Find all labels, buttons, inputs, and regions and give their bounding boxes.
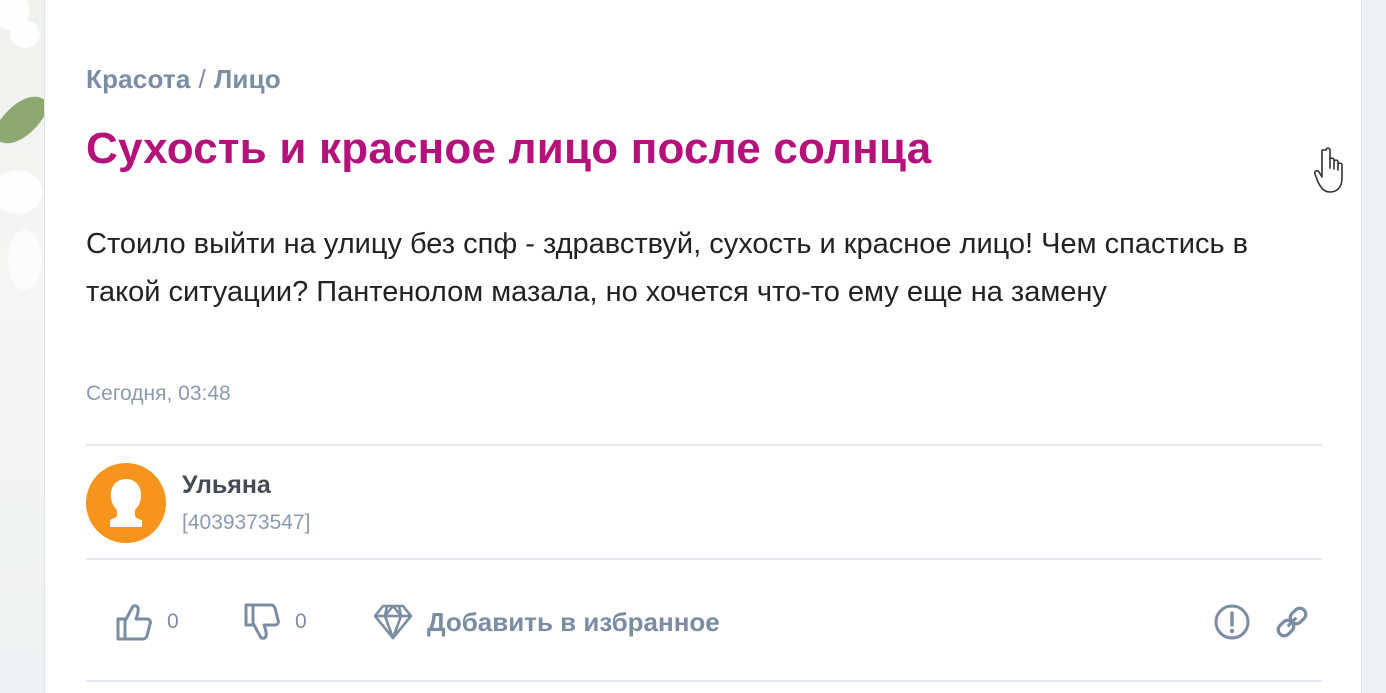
divider-top (86, 444, 1322, 446)
add-to-favorites-label: Добавить в избранное (427, 606, 720, 637)
copy-link-button[interactable] (1270, 600, 1314, 644)
avatar[interactable] (86, 463, 166, 543)
question-timestamp: Сегодня, 03:48 (86, 382, 231, 405)
user-silhouette-icon (110, 479, 142, 527)
background-flowers (0, 0, 53, 693)
author-name[interactable]: Ульяна (182, 471, 271, 500)
breadcrumb-subsection-link[interactable]: Лицо (214, 64, 281, 94)
diamond-icon (373, 604, 413, 640)
divider-bottom (86, 680, 1322, 682)
background-right (1362, 0, 1386, 693)
dislike-button[interactable]: 0 (243, 598, 307, 646)
question-title: Сухость и красное лицо после солнца (86, 124, 932, 173)
thumbs-up-icon (116, 604, 152, 641)
breadcrumb-section-link[interactable]: Красота (86, 64, 191, 94)
question-body: Стоило выйти на улицу без спф - здравств… (86, 228, 1249, 308)
breadcrumb: Красота / Лицо (86, 64, 281, 95)
like-button[interactable]: 0 (115, 598, 179, 646)
divider-middle (86, 558, 1322, 560)
link-icon (1276, 606, 1308, 638)
author-id: [4039373547] (182, 511, 311, 534)
question-card: Красота / Лицо Сухость и красное лицо посл… (44, 0, 1362, 693)
dislikes-count: 0 (295, 610, 307, 633)
likes-count: 0 (167, 610, 179, 633)
report-button[interactable] (1210, 600, 1254, 644)
page: Красота / Лицо Сухость и красное лицо посл… (0, 0, 1386, 693)
breadcrumb-separator: / (198, 64, 206, 94)
add-to-favorites-button[interactable]: Добавить в избранное (373, 598, 720, 646)
report-icon (1214, 604, 1250, 640)
thumbs-down-icon (244, 603, 280, 640)
